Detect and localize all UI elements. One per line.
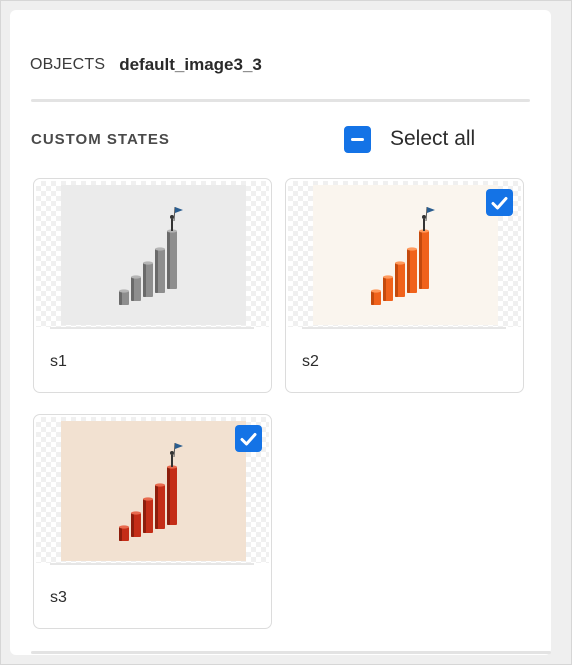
state-name: s3	[50, 589, 67, 606]
state-thumbnail-image	[61, 185, 246, 325]
object-name: default_image3_3	[119, 55, 262, 74]
objects-label: OBJECTS	[30, 56, 106, 73]
thumbnail-background	[36, 181, 269, 327]
custom-states-title: CUSTOM STATES	[31, 131, 170, 148]
checkmark-icon	[491, 196, 508, 209]
divider	[31, 651, 551, 654]
state-checkbox-checked[interactable]	[235, 425, 262, 452]
card-divider	[50, 563, 254, 565]
indeterminate-checkbox-icon[interactable]	[344, 125, 371, 153]
state-card-s2[interactable]: s2	[285, 178, 524, 393]
state-name: s1	[50, 353, 67, 370]
state-name: s2	[302, 353, 319, 370]
select-all-label[interactable]: Select all	[390, 127, 475, 151]
state-card-s3[interactable]: s3	[33, 414, 272, 629]
object-states-panel: OBJECTS default_image3_3 CUSTOM STATES S…	[10, 10, 551, 655]
card-divider	[50, 327, 254, 329]
panel-header: OBJECTS default_image3_3	[30, 50, 262, 80]
checkmark-icon	[240, 432, 257, 445]
state-thumbnail-image	[313, 185, 498, 325]
state-card-s1[interactable]: s1	[33, 178, 272, 393]
state-checkbox-checked[interactable]	[486, 189, 513, 216]
divider	[31, 99, 530, 102]
card-divider	[302, 327, 506, 329]
state-thumbnail-image	[61, 421, 246, 561]
select-all-checkbox[interactable]: Select all	[344, 122, 475, 156]
